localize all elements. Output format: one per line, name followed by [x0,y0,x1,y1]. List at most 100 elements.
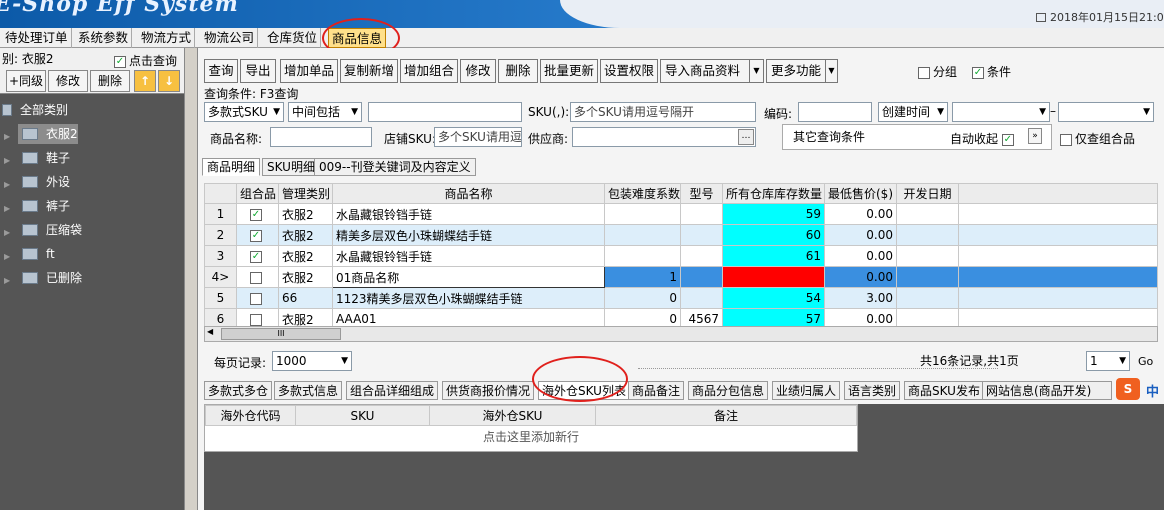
col-header-remarks[interactable]: 备注 [595,405,857,426]
tab-product-notes[interactable]: 商品备注 [628,381,685,400]
cell-stock[interactable] [722,266,825,288]
tab-sku-publish[interactable]: 商品SKU发布 [904,381,984,400]
edit-category-button[interactable]: 修改 [48,70,88,92]
page-select[interactable]: 1 ▼ [1086,351,1130,371]
tree-item-ft[interactable]: ft [22,244,55,264]
add-new-row[interactable]: 点击这里添加新行 [205,425,857,447]
date-to-select[interactable]: ▼ [1058,102,1154,122]
tab-website-info[interactable]: 网站信息(商品开发) [982,381,1112,400]
code-input[interactable] [798,102,872,122]
cell-model[interactable] [680,266,723,288]
add-combo-button[interactable]: 增加组合 [400,59,458,83]
cell-model[interactable] [680,287,723,309]
cell-name[interactable]: 水晶藏银铃铛手链 [332,245,605,267]
col-header-warehouse-code[interactable]: 海外仓代码 [205,405,296,426]
cell-category[interactable]: 衣服2 [278,203,333,225]
group-checkbox[interactable]: 分组 [918,63,957,80]
col-header-pack[interactable]: 包装难度系数 [604,183,681,204]
browse-icon[interactable]: … [738,129,754,145]
collapse-toggle-icon[interactable]: » [1028,128,1042,144]
combo-checkbox[interactable] [236,266,279,288]
cell-date[interactable] [896,203,959,225]
tree-item-pants[interactable]: 裤子 [22,196,70,216]
batch-update-button[interactable]: 批量更新 [540,59,598,83]
delete-category-button[interactable]: 删除 [90,70,130,92]
col-header-name[interactable]: 商品名称 [332,183,605,204]
cell-date[interactable] [896,224,959,246]
cell-price[interactable]: 0.00 [824,266,897,288]
cell-category[interactable]: 衣服2 [278,245,333,267]
cell-pack[interactable]: 1 [604,266,681,288]
cell-date[interactable] [896,245,959,267]
more-functions-button[interactable]: 更多功能 ▼ [766,59,838,83]
table-row[interactable]: 1 ✓ 衣服2 水晶藏银铃铛手链 59 0.00 [204,203,1158,225]
cell-price[interactable]: 3.00 [824,287,897,309]
col-header-model[interactable]: 型号 [680,183,723,204]
ime-logo-icon[interactable]: S [1116,378,1140,400]
go-button[interactable]: Go [1138,355,1153,368]
import-product-button[interactable]: 导入商品资料 ▼ [660,59,764,83]
only-combo-checkbox[interactable]: 仅查组合品 [1060,130,1135,147]
cell-pack[interactable] [604,203,681,225]
export-button[interactable]: 导出 [240,59,276,83]
cell-model[interactable] [680,245,723,267]
cell-stock[interactable]: 54 [722,287,825,309]
scroll-thumb[interactable]: III [221,328,341,340]
cell-date[interactable] [896,266,959,288]
tab-combo-details[interactable]: 组合品详细组成 [346,381,439,400]
edit-button[interactable]: 修改 [460,59,496,83]
tab-multi-style-warehouse[interactable]: 多款式多仓 [204,381,273,400]
table-row[interactable]: 5 66 1123精美多层双色小珠蝴蝶结手链 0 54 3.00 [204,287,1158,309]
cell-pack[interactable]: 0 [604,287,681,309]
cell-price[interactable]: 0.00 [824,203,897,225]
menu-warehouse-location[interactable]: 仓库货位 [264,28,322,48]
tab-listing-keywords[interactable]: 009--刊登关键词及内容定义 [314,158,476,176]
cell-model[interactable] [680,203,723,225]
tab-language[interactable]: 语言类别 [844,381,901,400]
tab-product-detail[interactable]: 商品明细 [202,158,261,176]
table-row[interactable]: 3 ✓ 衣服2 水晶藏银铃铛手链 61 0.00 [204,245,1158,267]
cell-category[interactable]: 衣服2 [278,266,333,288]
dropdown-arrow-icon[interactable]: ▼ [825,60,837,82]
tab-supplier-quotes[interactable]: 供货商报价情况 [442,381,535,400]
cell-stock[interactable]: 61 [722,245,825,267]
cell-category[interactable]: 衣服2 [278,224,333,246]
cell-pack[interactable] [604,245,681,267]
cell-name[interactable]: 精美多层双色小珠蝴蝶结手链 [332,224,605,246]
col-header-stock[interactable]: 所有仓库库存数量 [722,183,825,204]
cell-stock[interactable]: 59 [722,203,825,225]
menu-system-params[interactable]: 系统参数 [75,28,133,48]
add-single-item-button[interactable]: 增加单品 [280,59,338,83]
auto-collapse-checkbox[interactable]: 自动收起 ✓ [950,130,1017,147]
sku-input[interactable]: 多个SKU请用逗号隔开 [570,102,756,122]
col-header-category[interactable]: 管理类别 [278,183,333,204]
pane-splitter[interactable] [184,48,198,510]
store-sku-input[interactable]: 多个SKU请用逗号隔开 [434,127,522,147]
sku-type-select[interactable]: 多款式SKU ▼ [204,102,284,122]
combo-checkbox[interactable]: ✓ [236,203,279,225]
product-name-input[interactable] [270,127,372,147]
date-type-select[interactable]: 创建时间 ▼ [878,102,948,122]
scroll-left-icon[interactable]: ◀ [207,327,213,336]
col-header-overseas-sku[interactable]: 海外仓SKU [429,405,596,426]
tree-item-clothes2[interactable]: 衣服2 [18,124,78,144]
tab-sku-detail[interactable]: SKU明细 [262,158,320,176]
col-header-combo[interactable]: 组合品 [236,183,279,204]
tree-item-compression-bags[interactable]: 压缩袋 [22,220,82,240]
cell-pack[interactable] [604,224,681,246]
cell-category[interactable]: 66 [278,287,333,309]
match-mode-select[interactable]: 中间包括 ▼ [288,102,362,122]
cell-model[interactable] [680,224,723,246]
tree-root[interactable]: 全部类别 [2,100,68,120]
cell-price[interactable]: 0.00 [824,224,897,246]
col-header-sku[interactable]: SKU [295,405,430,426]
delete-button[interactable]: 删除 [498,59,538,83]
per-page-select[interactable]: 1000 ▼ [272,351,352,371]
add-same-level-button[interactable]: +同级 [6,70,46,92]
tree-item-peripherals[interactable]: 外设 [22,172,70,192]
set-permissions-button[interactable]: 设置权限 [600,59,658,83]
click-query-checkbox[interactable]: ✓ 点击查询 [114,52,177,69]
condition-checkbox[interactable]: ✓ 条件 [972,63,1011,80]
horizontal-scrollbar[interactable]: ◀ III [204,326,1158,342]
move-up-icon[interactable]: ↑ [134,70,156,92]
